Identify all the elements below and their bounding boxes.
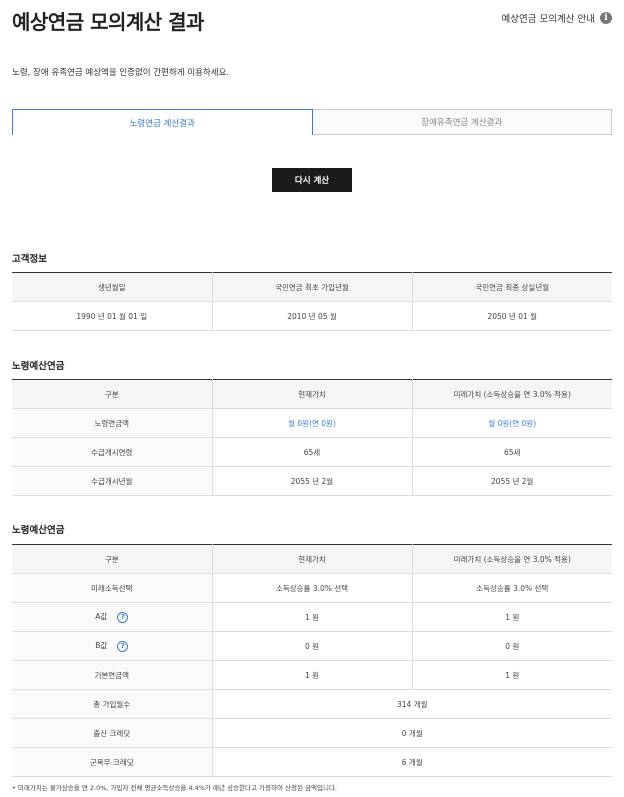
a-value-label: A값 [95,612,108,622]
column-header: 국민연금 최초 가입년월 [212,272,413,302]
section-title-customer: 고객정보 [12,254,47,265]
row-label: 노령연금액 [12,408,213,438]
table-cell: 314 개월 [212,689,612,719]
question-icon[interactable]: ? [117,611,129,623]
row-label: A값? [12,602,213,632]
b-value-label: B값 [95,641,108,651]
page-title: 예상연금 모의계산 결과 [12,10,204,34]
table-row: 군복무 크레딧 6 개월 [12,747,612,777]
tab-disability-survivor-pension[interactable]: 장애유족연금 계산결과 [312,109,612,135]
question-icon[interactable]: ? [117,640,129,652]
table-cell: 6 개월 [212,747,612,777]
row-label: 기본연금액 [12,660,213,690]
table-cell: 소득상승률 3.0% 선택 [412,573,612,603]
table-row: 기본연금액 1 원 1 원 [12,660,612,690]
info-icon: i [600,12,612,24]
guide-label: 예상연금 모의계산 안내 [501,14,595,25]
birth-date: 1990 년 01 월 01 일 [12,301,213,331]
table-row: 수급개시연령 65세 65세 [12,437,612,467]
table-header-row: 구분 현재가치 미래가치 (소득상승을 연 3.0% 적용) [12,544,612,574]
table-row: 노령연금액 월 0원(연 0원) 월 0원(연 0원) [12,408,612,438]
table-row: A값? 1 원 1 원 [12,602,612,632]
row-label: 군복무 크레딧 [12,747,213,777]
table-cell: 소득상승률 3.0% 선택 [212,573,413,603]
table-row: 미래소득선택 소득상승률 3.0% 선택 소득상승률 3.0% 선택 [12,573,612,603]
row-label: 미래소득선택 [12,573,213,603]
footnote: • 미래가치는 물가상승을 연 2.0%, 가입자 전체 평균소득상승을 4.4… [12,784,337,792]
row-label: 수급개시연령 [12,437,213,467]
table-cell: 1 원 [412,660,612,690]
column-header: 구분 [12,544,213,574]
pension-amount-future[interactable]: 월 0원(연 0원) [412,408,612,438]
table-cell: 1 원 [212,660,413,690]
table-row: 출산 크레딧 0 개월 [12,718,612,748]
table-row: 1990 년 01 월 01 일 2010 년 05 월 2050 년 01 월 [12,301,612,331]
row-label: 출산 크레딧 [12,718,213,748]
column-header: 생년월일 [12,272,213,302]
table-row: B값? 0 원 0 원 [12,631,612,661]
column-header: 미래가치 (소득상승을 연 3.0% 적용) [412,379,612,409]
column-header: 구분 [12,379,213,409]
customer-table: 생년월일 국민연금 최초 가입년월 국민연금 최종 상실년월 1990 년 01… [12,272,612,331]
row-label: B값? [12,631,213,661]
table-cell: 2055 년 2월 [212,466,413,496]
first-join-date: 2010 년 05 월 [212,301,413,331]
section-title-estimate-1: 노령예산연금 [12,361,65,372]
column-header: 미래가치 (소득상승을 연 3.0% 적용) [412,544,612,574]
table-row: 수급개시년월 2055 년 2월 2055 년 2월 [12,466,612,496]
recalculate-button[interactable]: 다시 계산 [272,168,352,192]
estimate-table-1: 구분 현재가치 미래가치 (소득상승을 연 3.0% 적용) 노령연금액 월 0… [12,379,612,496]
guide-link[interactable]: 예상연금 모의계산 안내 i [502,11,612,25]
section-title-estimate-2: 노령예산연금 [12,525,65,536]
table-cell: 1 원 [412,602,612,632]
table-row: 총 가입월수 314 개월 [12,689,612,719]
tab-old-age-pension[interactable]: 노령연금 계산결과 [12,109,313,135]
column-header: 현재가치 [212,379,413,409]
table-cell: 65세 [412,437,612,467]
column-header: 국민연금 최종 상실년월 [412,272,612,302]
table-cell: 65세 [212,437,413,467]
result-tabs: 노령연금 계산결과 장애유족연금 계산결과 [12,109,612,135]
estimate-table-2: 구분 현재가치 미래가치 (소득상승을 연 3.0% 적용) 미래소득선택 소득… [12,544,612,777]
table-cell: 0 원 [412,631,612,661]
page-description: 노령, 장애 유족연금 예상액을 인증없이 간편하게 이용하세요. [12,68,230,78]
table-header-row: 구분 현재가치 미래가치 (소득상승을 연 3.0% 적용) [12,379,612,409]
table-header-row: 생년월일 국민연금 최초 가입년월 국민연금 최종 상실년월 [12,272,612,302]
pension-amount-present[interactable]: 월 0원(연 0원) [212,408,413,438]
table-cell: 1 원 [212,602,413,632]
last-loss-date: 2050 년 01 월 [412,301,612,331]
table-cell: 2055 년 2월 [412,466,612,496]
column-header: 현재가치 [212,544,413,574]
table-cell: 0 개월 [212,718,612,748]
table-cell: 0 원 [212,631,413,661]
row-label: 수급개시년월 [12,466,213,496]
row-label: 총 가입월수 [12,689,213,719]
